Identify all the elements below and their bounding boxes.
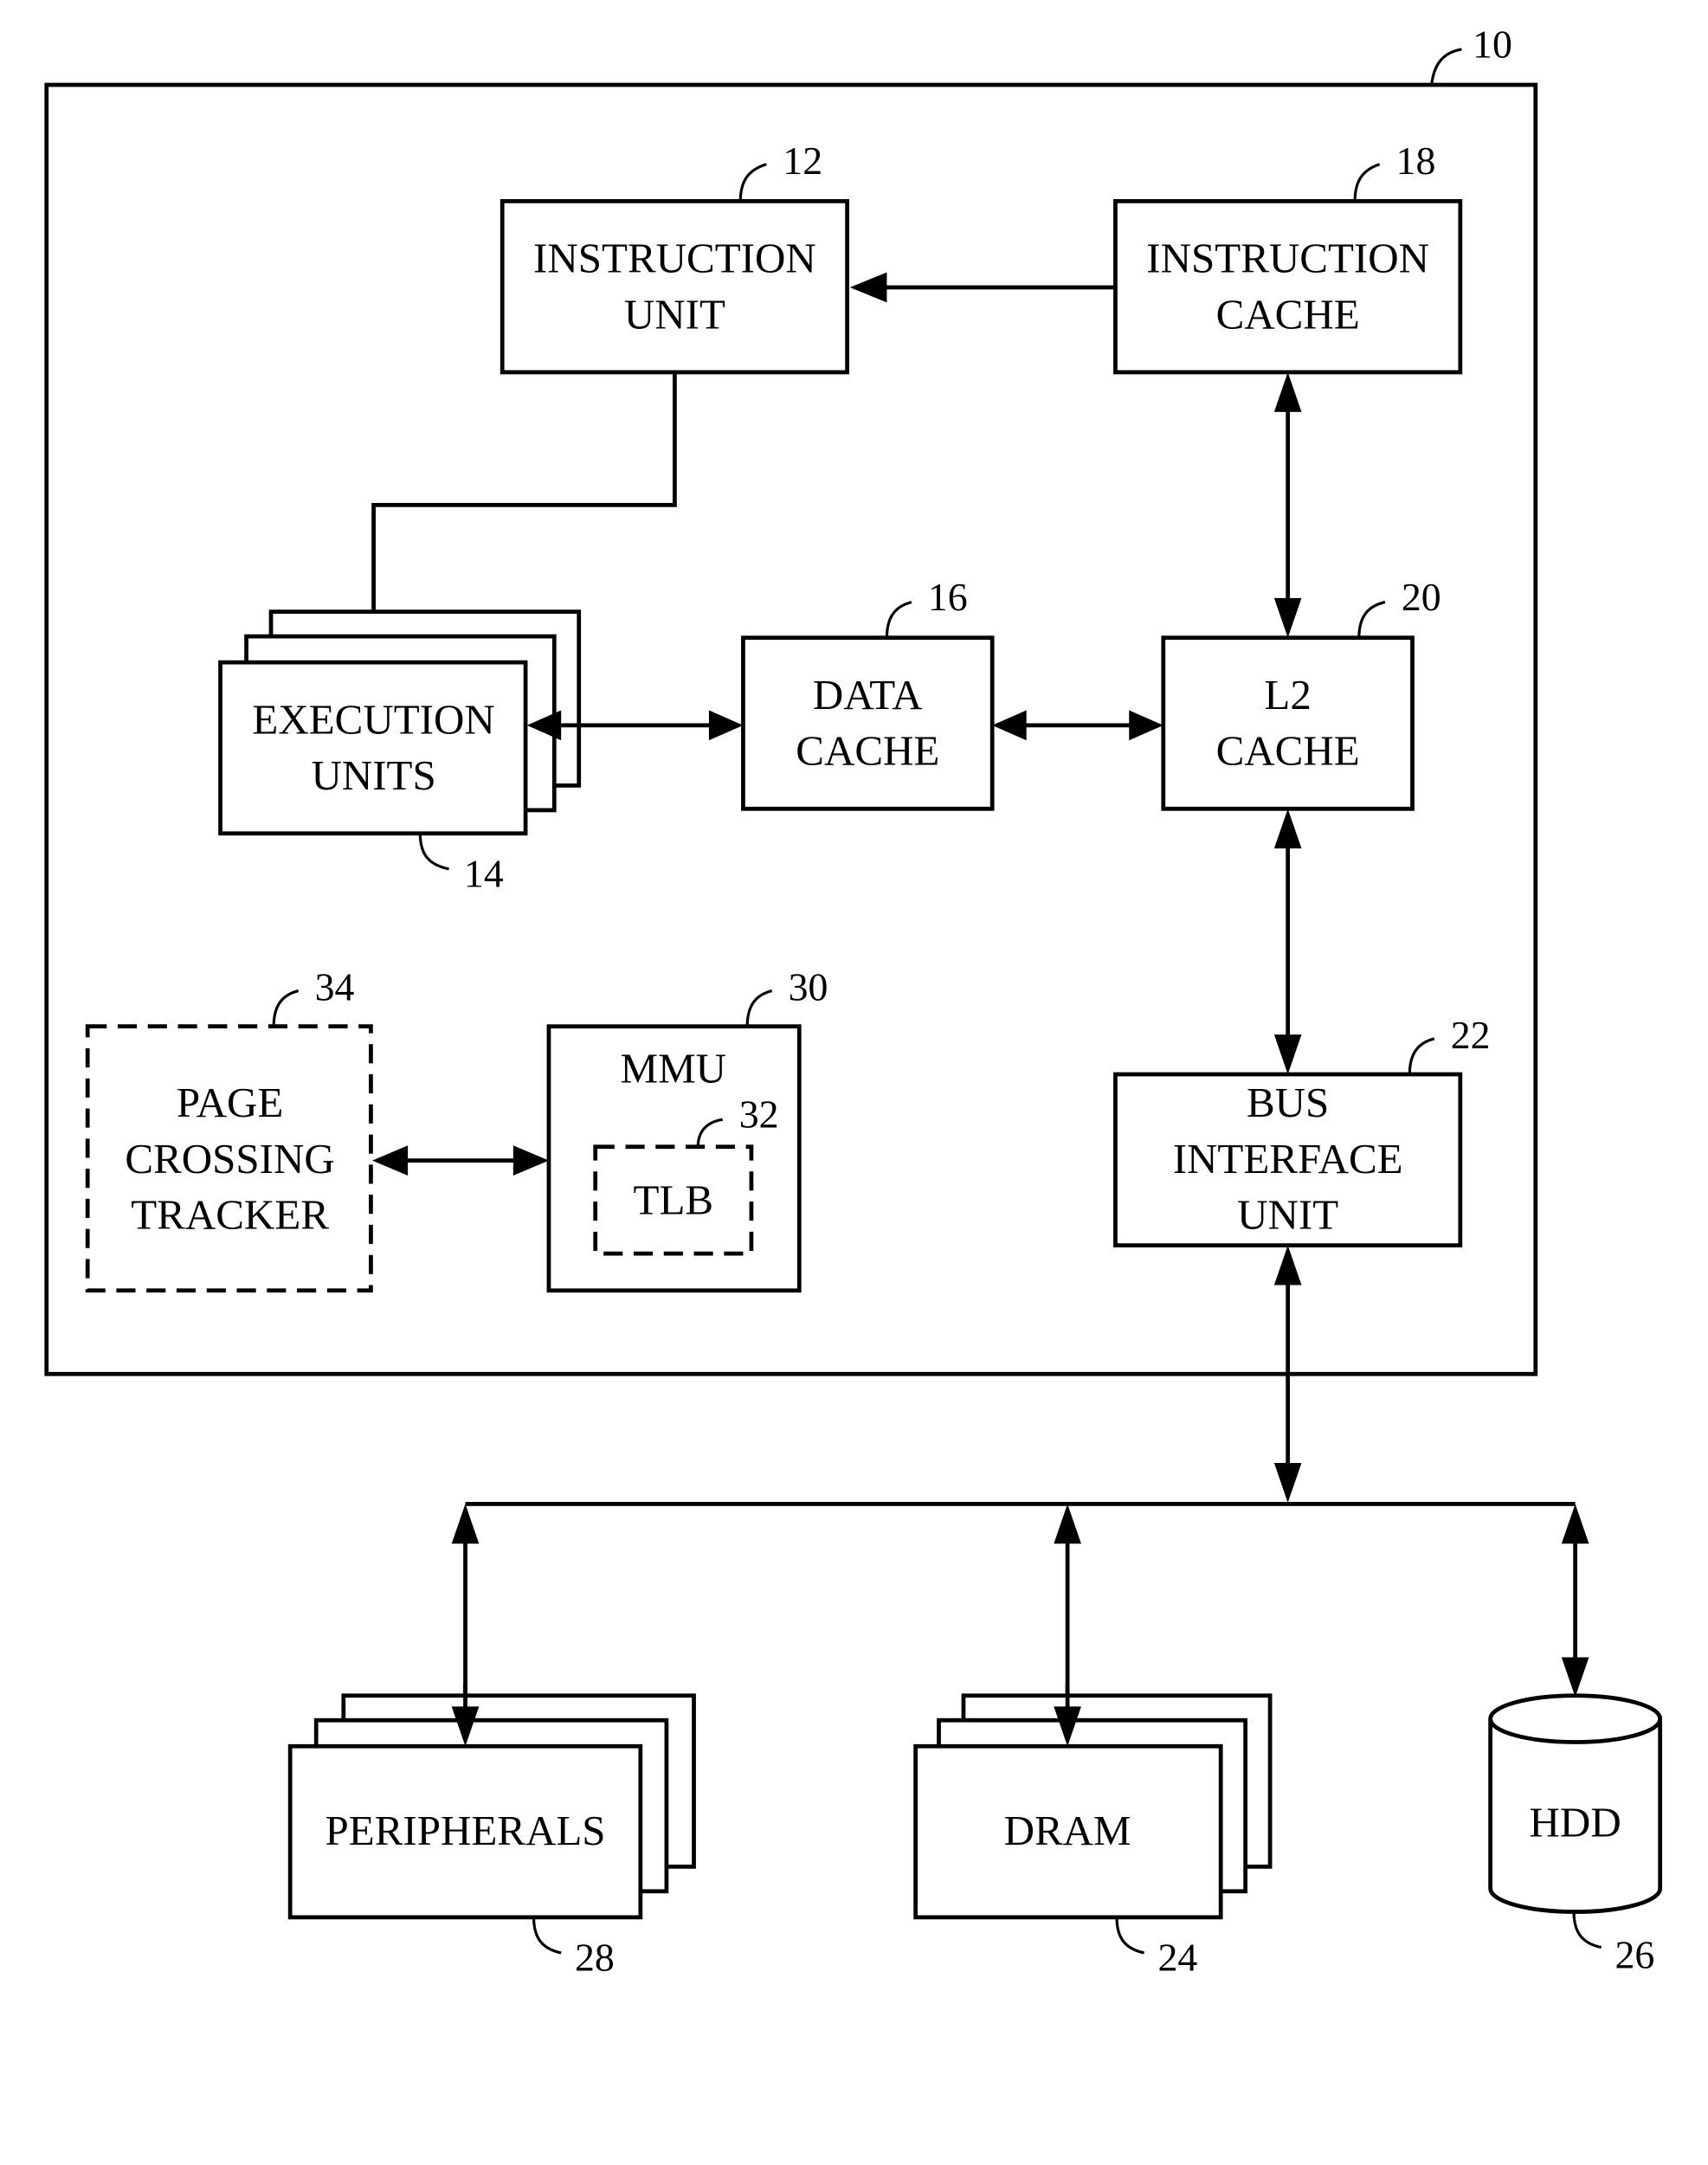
ref-24: 24 (1157, 1936, 1197, 1980)
biu-label-3: UNIT (1237, 1191, 1338, 1239)
ref-14: 14 (464, 851, 504, 895)
ref-leader-24 (1115, 1917, 1145, 1955)
ref-32: 32 (739, 1092, 779, 1137)
ref-leader-26 (1572, 1911, 1602, 1949)
ref-18: 18 (1396, 139, 1436, 183)
ref-26: 26 (1615, 1932, 1654, 1976)
instruction-unit-label-2: UNIT (624, 290, 725, 338)
hdd-label: HDD (1530, 1799, 1621, 1846)
ref-34: 34 (315, 965, 355, 1009)
block-diagram: 10 INSTRUCTION UNIT 12 INSTRUCTION CACHE… (44, 22, 1663, 1980)
ref-30: 30 (789, 965, 828, 1009)
ref-10: 10 (1473, 22, 1512, 66)
page-crossing-tracker-label-1: PAGE (177, 1079, 283, 1126)
data-cache-label-1: DATA (813, 671, 923, 718)
mmu-label: MMU (621, 1045, 727, 1092)
execution-units-label-1: EXECUTION (252, 695, 494, 743)
tlb-label: TLB (634, 1176, 714, 1223)
page-crossing-tracker-label-3: TRACKER (131, 1191, 329, 1239)
biu-label-2: INTERFACE (1173, 1135, 1403, 1182)
ref-leader-28 (532, 1917, 562, 1955)
peripherals-block: PERIPHERALS 28 (287, 1693, 696, 1980)
biu-label-1: BUS (1247, 1079, 1329, 1126)
ref-28: 28 (575, 1936, 615, 1980)
ref-22: 22 (1451, 1013, 1491, 1057)
peripherals-label: PERIPHERALS (325, 1807, 606, 1854)
data-cache-label-2: CACHE (796, 727, 939, 775)
dram-label: DRAM (1004, 1807, 1131, 1854)
ref-16: 16 (928, 575, 968, 619)
dram-block: DRAM 24 (913, 1693, 1273, 1980)
ref-20: 20 (1402, 575, 1441, 619)
instruction-cache-label-1: INSTRUCTION (1146, 235, 1429, 282)
ref-12: 12 (783, 139, 822, 183)
instruction-unit-label-1: INSTRUCTION (533, 235, 816, 282)
ref-leader-10 (1430, 48, 1462, 86)
l2-cache-label-1: L2 (1264, 671, 1311, 718)
l2-cache-label-2: CACHE (1216, 727, 1360, 775)
execution-units-label-2: UNITS (311, 751, 435, 799)
hdd-cylinder: HDD 26 (1488, 1693, 1663, 1976)
page-crossing-tracker-label-2: CROSSING (125, 1135, 334, 1182)
arrow-bus-hdd (1561, 1504, 1589, 1698)
instruction-cache-label-2: CACHE (1216, 290, 1360, 338)
